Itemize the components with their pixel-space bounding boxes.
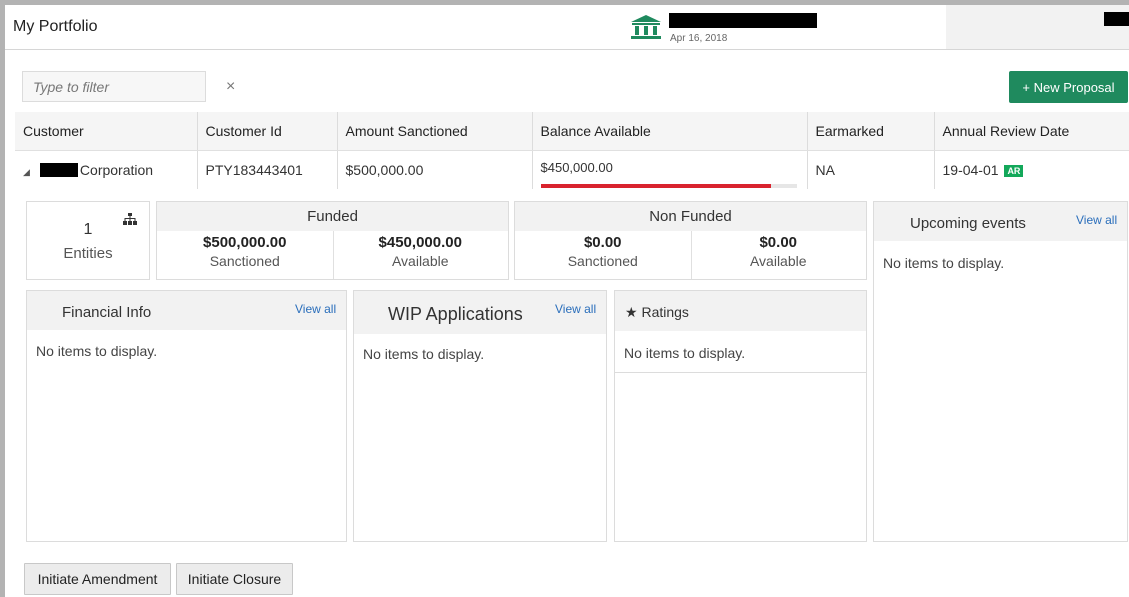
non-funded-available: $0.00 Available <box>691 234 867 269</box>
user-panel[interactable] <box>946 5 1129 49</box>
new-proposal-button[interactable]: + New Proposal <box>1009 71 1128 103</box>
upcoming-events-panel: Upcoming events View all No items to dis… <box>873 201 1128 542</box>
non-funded-title: Non Funded <box>515 202 866 231</box>
amount-sanctioned-cell: $500,000.00 <box>337 150 533 189</box>
customer-name: Corporation <box>79 161 154 178</box>
column-header-earmarked[interactable]: Earmarked <box>807 112 935 151</box>
earmarked-cell: NA <box>807 150 935 189</box>
column-header-customer[interactable]: Customer <box>15 112 198 151</box>
review-badge: AR <box>1004 164 1024 177</box>
funded-title: Funded <box>157 202 508 231</box>
entities-count: 1 <box>83 221 93 238</box>
customer-id-cell: PTY183443401 <box>197 150 338 189</box>
initiate-closure-button[interactable]: Initiate Closure <box>176 563 293 595</box>
balance-available-value: $450,000.00 <box>540 159 613 175</box>
wip-applications-header: WIP Applications View all <box>354 291 606 334</box>
financial-info-view-all-link[interactable]: View all <box>295 302 336 316</box>
redacted-bank-name <box>669 13 817 28</box>
column-header-amount-sanctioned[interactable]: Amount Sanctioned <box>337 112 533 151</box>
financial-info-header: Financial Info View all <box>27 291 346 330</box>
funded-available: $450,000.00 Available <box>333 234 509 269</box>
balance-progress-bar <box>540 183 797 188</box>
ratings-title: Ratings <box>641 304 689 320</box>
upcoming-events-view-all-link[interactable]: View all <box>1076 213 1117 227</box>
funded-card: Funded $500,000.00 Sanctioned $450,000.0… <box>156 201 509 280</box>
portfolio-table: Customer Customer Id Amount Sanctioned B… <box>15 112 1129 189</box>
entities-card: 1 Entities <box>26 201 150 280</box>
non-funded-available-label: Available <box>749 253 807 269</box>
wip-applications-empty: No items to display. <box>363 346 485 362</box>
non-funded-available-amount: $0.00 <box>759 234 798 251</box>
wip-applications-view-all-link[interactable]: View all <box>555 302 596 316</box>
balance-available-cell: $450,000.00 <box>532 150 808 189</box>
column-header-annual-review-date[interactable]: Annual Review Date <box>934 112 1129 151</box>
upcoming-events-header: Upcoming events View all <box>874 202 1127 241</box>
funded-available-amount: $450,000.00 <box>378 234 462 251</box>
bank-icon <box>629 14 663 45</box>
column-header-balance-available[interactable]: Balance Available <box>532 112 808 151</box>
initiate-amendment-button[interactable]: Initiate Amendment <box>24 563 171 595</box>
ratings-panel: ★ Ratings No items to display. <box>614 290 867 542</box>
upcoming-events-title: Upcoming events <box>910 215 1026 232</box>
star-icon: ★ <box>625 304 638 320</box>
ratings-title-wrap: ★ Ratings <box>625 304 689 321</box>
upcoming-events-empty: No items to display. <box>883 255 1005 271</box>
wip-applications-title: WIP Applications <box>388 304 523 324</box>
financial-info-empty: No items to display. <box>36 343 158 359</box>
entities-label: Entities <box>63 245 113 262</box>
funded-available-label: Available <box>391 253 449 269</box>
ratings-header: ★ Ratings <box>615 291 866 331</box>
page-title: My Portfolio <box>13 18 98 35</box>
annual-review-date: 19-04-01 <box>942 161 999 178</box>
header-date: Apr 16, 2018 <box>670 33 728 44</box>
funded-sanctioned-label: Sanctioned <box>209 253 280 269</box>
annual-review-date-cell: 19-04-01 AR <box>934 150 1129 189</box>
funded-sanctioned: $500,000.00 Sanctioned <box>157 234 333 269</box>
non-funded-card: Non Funded $0.00 Sanctioned $0.00 Availa… <box>514 201 867 280</box>
wip-applications-panel: WIP Applications View all No items to di… <box>353 290 607 542</box>
filter-input[interactable] <box>22 71 206 102</box>
customer-cell: ◢ Corporation <box>15 150 198 189</box>
table-row[interactable]: ◢ Corporation PTY183443401 $500,000.00 $4… <box>15 150 1129 189</box>
expand-row-icon[interactable]: ◢ <box>23 167 30 177</box>
clear-filter-icon[interactable]: × <box>226 78 235 96</box>
non-funded-sanctioned: $0.00 Sanctioned <box>515 234 691 269</box>
non-funded-sanctioned-amount: $0.00 <box>583 234 622 251</box>
financial-info-panel: Financial Info View all No items to disp… <box>26 290 347 542</box>
table-header-row: Customer Customer Id Amount Sanctioned B… <box>15 112 1129 151</box>
column-header-customer-id[interactable]: Customer Id <box>197 112 338 151</box>
redacted-user-name <box>1104 12 1129 26</box>
ratings-divider <box>615 372 866 373</box>
redacted-customer-name <box>39 162 78 177</box>
non-funded-sanctioned-label: Sanctioned <box>567 253 638 269</box>
top-bar: My Portfolio Apr 16, 2018 <box>5 5 1129 50</box>
balance-progress-fill <box>540 183 771 188</box>
ratings-empty: No items to display. <box>624 345 746 361</box>
financial-info-title: Financial Info <box>62 304 152 321</box>
funded-sanctioned-amount: $500,000.00 <box>203 234 287 251</box>
